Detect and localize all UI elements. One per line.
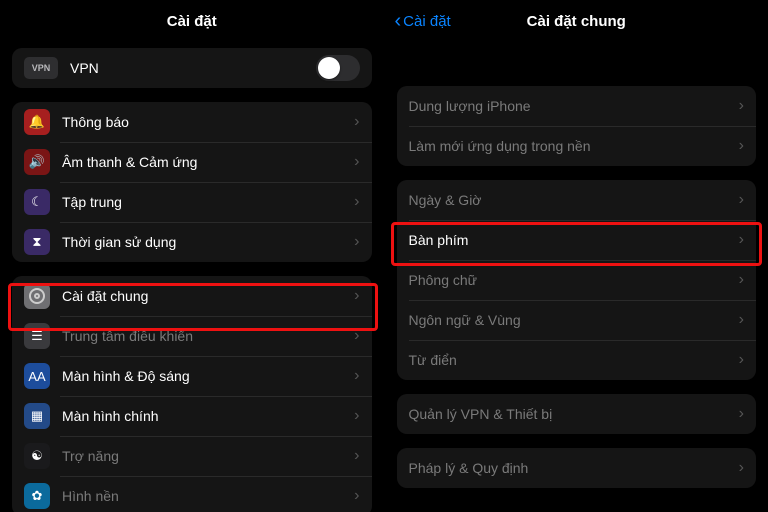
group-general: Cài đặt chung › ☰ Trung tâm điều khiển ›… — [12, 276, 372, 512]
row-label: Phông chữ — [409, 272, 739, 288]
chevron-right-icon: › — [739, 97, 744, 115]
chevron-right-icon: › — [739, 271, 744, 289]
settings-root-pane: Cài đặt VPN VPN 🔔 Thông báo › 🔊 Âm thanh… — [0, 0, 385, 512]
chevron-right-icon: › — [354, 287, 359, 305]
chevron-right-icon: › — [739, 191, 744, 209]
group-notifications: 🔔 Thông báo › 🔊 Âm thanh & Cảm ứng › ☾ T… — [12, 102, 372, 262]
vpn-group: VPN VPN — [12, 48, 372, 88]
titlebar-left: Cài đặt — [0, 0, 384, 42]
gear-icon — [24, 283, 50, 309]
sound-icon: 🔊 — [24, 149, 50, 175]
row-label: Ngôn ngữ & Vùng — [409, 312, 739, 328]
chevron-right-icon: › — [739, 351, 744, 369]
sliders-icon: ☰ — [24, 323, 50, 349]
moon-icon: ☾ — [24, 189, 50, 215]
chevron-right-icon: › — [354, 367, 359, 385]
page-title: Cài đặt chung — [527, 13, 626, 30]
general-settings-pane: ‹ Cài đặt Cài đặt chung Dung lượng iPhon… — [385, 0, 768, 512]
chevron-right-icon: › — [354, 487, 359, 505]
settings-row[interactable]: Ngày & Giờ › — [397, 180, 757, 220]
chevron-right-icon: › — [354, 447, 359, 465]
row-label: Màn hình & Độ sáng — [62, 368, 354, 384]
row-label: Ngày & Giờ — [409, 192, 739, 208]
chevron-right-icon: › — [354, 327, 359, 345]
chevron-right-icon: › — [739, 459, 744, 477]
settings-row[interactable]: Bàn phím › — [397, 220, 757, 260]
grid-icon: ▦ — [24, 403, 50, 429]
vpn-icon: VPN — [24, 57, 58, 79]
settings-group: Ngày & Giờ › Bàn phím › Phông chữ › Ngôn… — [397, 180, 757, 380]
settings-row[interactable]: 🔊 Âm thanh & Cảm ứng › — [12, 142, 372, 182]
settings-row[interactable]: ⧗ Thời gian sử dụng › — [12, 222, 372, 262]
row-label: Thời gian sử dụng — [62, 234, 354, 250]
row-label: Cài đặt chung — [62, 288, 354, 304]
row-label: Từ điển — [409, 352, 739, 368]
settings-row[interactable]: ✿ Hình nền › — [12, 476, 372, 512]
settings-row[interactable]: Từ điển › — [397, 340, 757, 380]
wallpaper-icon: ✿ — [24, 483, 50, 509]
settings-row[interactable]: Làm mới ứng dụng trong nền › — [397, 126, 757, 166]
settings-group: Quản lý VPN & Thiết bị › — [397, 394, 757, 434]
row-label: Dung lượng iPhone — [409, 98, 739, 114]
textsize-icon: AA — [24, 363, 50, 389]
row-label: Tập trung — [62, 194, 354, 210]
back-button[interactable]: ‹ Cài đặt — [395, 0, 451, 42]
bell-icon: 🔔 — [24, 109, 50, 135]
row-label: Quản lý VPN & Thiết bị — [409, 406, 739, 422]
row-label: Trung tâm điều khiển — [62, 328, 354, 344]
row-label: Thông báo — [62, 114, 354, 130]
titlebar-right: ‹ Cài đặt Cài đặt chung — [385, 0, 768, 42]
settings-row[interactable]: ▦ Màn hình chính › — [12, 396, 372, 436]
settings-row[interactable]: ☾ Tập trung › — [12, 182, 372, 222]
settings-row[interactable]: Dung lượng iPhone › — [397, 86, 757, 126]
row-label: Pháp lý & Quy định — [409, 460, 739, 476]
settings-row[interactable]: Quản lý VPN & Thiết bị › — [397, 394, 757, 434]
chevron-right-icon: › — [354, 193, 359, 211]
settings-row[interactable]: ☰ Trung tâm điều khiển › — [12, 316, 372, 356]
chevron-right-icon: › — [354, 407, 359, 425]
settings-row[interactable]: AA Màn hình & Độ sáng › — [12, 356, 372, 396]
chevron-right-icon: › — [354, 233, 359, 251]
row-label: Trợ năng — [62, 448, 354, 464]
row-label: Bàn phím — [409, 232, 739, 248]
back-label: Cài đặt — [403, 13, 451, 30]
row-label: Màn hình chính — [62, 408, 354, 424]
page-title: Cài đặt — [167, 13, 217, 30]
chevron-right-icon: › — [739, 405, 744, 423]
chevron-left-icon: ‹ — [395, 11, 402, 31]
vpn-label: VPN — [70, 60, 316, 76]
chevron-right-icon: › — [354, 153, 359, 171]
hourglass-icon: ⧗ — [24, 229, 50, 255]
settings-group: Pháp lý & Quy định › — [397, 448, 757, 488]
row-label: Âm thanh & Cảm ứng — [62, 154, 354, 170]
chevron-right-icon: › — [354, 113, 359, 131]
chevron-right-icon: › — [739, 231, 744, 249]
settings-row[interactable]: 🔔 Thông báo › — [12, 102, 372, 142]
vpn-toggle[interactable] — [316, 55, 360, 81]
row-label: Hình nền — [62, 488, 354, 504]
settings-row[interactable]: Cài đặt chung › — [12, 276, 372, 316]
settings-row[interactable]: Ngôn ngữ & Vùng › — [397, 300, 757, 340]
settings-row[interactable]: ☯ Trợ năng › — [12, 436, 372, 476]
settings-row[interactable]: Phông chữ › — [397, 260, 757, 300]
row-vpn[interactable]: VPN VPN — [12, 48, 372, 88]
settings-row[interactable]: Pháp lý & Quy định › — [397, 448, 757, 488]
chevron-right-icon: › — [739, 137, 744, 155]
chevron-right-icon: › — [739, 311, 744, 329]
settings-group: Dung lượng iPhone › Làm mới ứng dụng tro… — [397, 86, 757, 166]
accessibility-icon: ☯ — [24, 443, 50, 469]
row-label: Làm mới ứng dụng trong nền — [409, 138, 739, 154]
